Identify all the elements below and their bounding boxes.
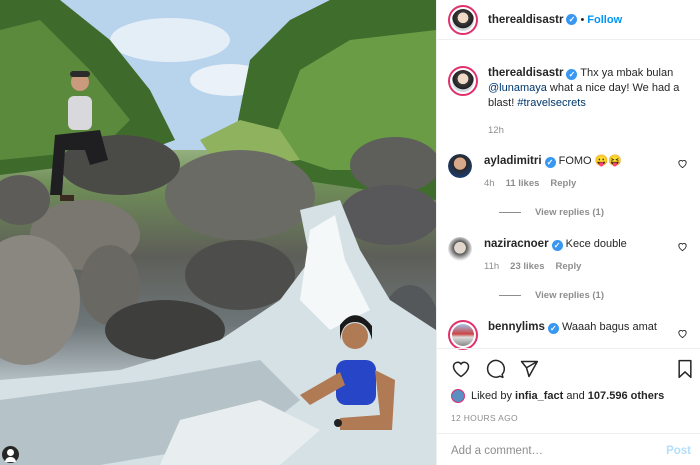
liked-by-and: and xyxy=(563,390,588,402)
bookmark-icon[interactable] xyxy=(675,359,695,379)
liked-by[interactable]: Liked by infia_fact and 107.596 others xyxy=(451,389,664,403)
author-username[interactable]: therealdisastr xyxy=(488,14,563,26)
comment-likes[interactable]: 11 likes xyxy=(506,178,540,189)
comment-like-heart-icon[interactable] xyxy=(677,158,688,169)
separator-dot: • xyxy=(580,13,585,26)
comment-username[interactable]: ayladimitri xyxy=(484,155,542,167)
view-replies-button[interactable]: View replies (1) xyxy=(499,207,604,218)
post-photo[interactable] xyxy=(0,0,436,465)
comment-text: Kece double xyxy=(565,238,627,250)
post-caption: therealdisastr ✓ Thx ya mbak bulan @lunam… xyxy=(448,66,693,138)
comment-likes[interactable]: 23 likes xyxy=(510,261,544,272)
caption-text-before: Thx ya mbak bulan xyxy=(580,67,674,79)
follow-button[interactable]: Follow xyxy=(587,14,622,26)
commenter-avatar[interactable] xyxy=(448,320,478,350)
comment-item: ayladimitri ✓ FOMO 😛😝 4h 11 likes Reply xyxy=(448,154,696,189)
view-replies-button[interactable]: View replies (1) xyxy=(499,290,604,301)
post-time-ago[interactable]: 12 HOURS AGO xyxy=(451,413,518,423)
comment-username[interactable]: naziracnoer xyxy=(484,238,549,250)
add-comment-input[interactable] xyxy=(451,444,651,457)
heart-icon[interactable] xyxy=(451,359,471,379)
comment-text: Waaah bagus amat xyxy=(561,321,657,333)
view-replies-line xyxy=(499,212,521,213)
liked-by-prefix: Liked by xyxy=(471,390,516,402)
verified-badge-icon: ✓ xyxy=(547,323,559,334)
caption-hashtag-link[interactable]: #travelsecrets xyxy=(517,97,585,109)
caption-time: 12h xyxy=(488,125,504,136)
post-action-bar: Liked by infia_fact and 107.596 others 1… xyxy=(437,348,700,465)
verified-badge-icon: ✓ xyxy=(566,14,578,25)
liker-avatar[interactable] xyxy=(451,389,465,403)
comment-text: FOMO 😛😝 xyxy=(558,155,623,167)
photo-scene xyxy=(0,0,436,465)
comment-like-heart-icon[interactable] xyxy=(677,328,688,339)
comment-like-heart-icon[interactable] xyxy=(677,241,688,252)
post-header: therealdisastr ✓ • Follow xyxy=(437,0,700,40)
comment-time[interactable]: 4h xyxy=(484,178,495,189)
add-comment-bar: Post xyxy=(437,433,700,465)
author-avatar[interactable] xyxy=(448,4,478,35)
liked-by-user[interactable]: infia_fact xyxy=(515,390,563,402)
comment-item: naziracnoer ✓ Kece double 11h 23 likes Re… xyxy=(448,237,696,272)
commenter-avatar[interactable] xyxy=(448,237,472,261)
post-comment-button[interactable]: Post xyxy=(666,445,691,457)
comment-item: bennylims ✓ Waaah bagus amat xyxy=(448,320,696,350)
comment-username[interactable]: bennylims xyxy=(488,321,545,333)
reply-button[interactable]: Reply xyxy=(550,178,576,189)
post-detail-panel: therealdisastr ✓ • Follow therealdisastr… xyxy=(436,0,700,465)
caption-mention-link[interactable]: @lunamaya xyxy=(488,82,547,94)
verified-badge-icon: ✓ xyxy=(551,240,563,251)
reply-button[interactable]: Reply xyxy=(556,261,582,272)
caption-username[interactable]: therealdisastr xyxy=(488,67,563,79)
view-replies-label: View replies (1) xyxy=(535,207,604,218)
liked-by-count[interactable]: 107.596 others xyxy=(588,390,664,402)
comment-time[interactable]: 11h xyxy=(484,261,499,272)
verified-badge-icon: ✓ xyxy=(566,69,578,80)
user-tag-icon[interactable] xyxy=(2,446,19,463)
comment-icon[interactable] xyxy=(485,359,505,379)
view-replies-line xyxy=(499,295,521,296)
view-replies-label: View replies (1) xyxy=(535,290,604,301)
share-icon[interactable] xyxy=(519,359,539,379)
verified-badge-icon: ✓ xyxy=(544,157,556,168)
caption-author-avatar[interactable] xyxy=(448,66,478,96)
commenter-avatar[interactable] xyxy=(448,154,472,178)
